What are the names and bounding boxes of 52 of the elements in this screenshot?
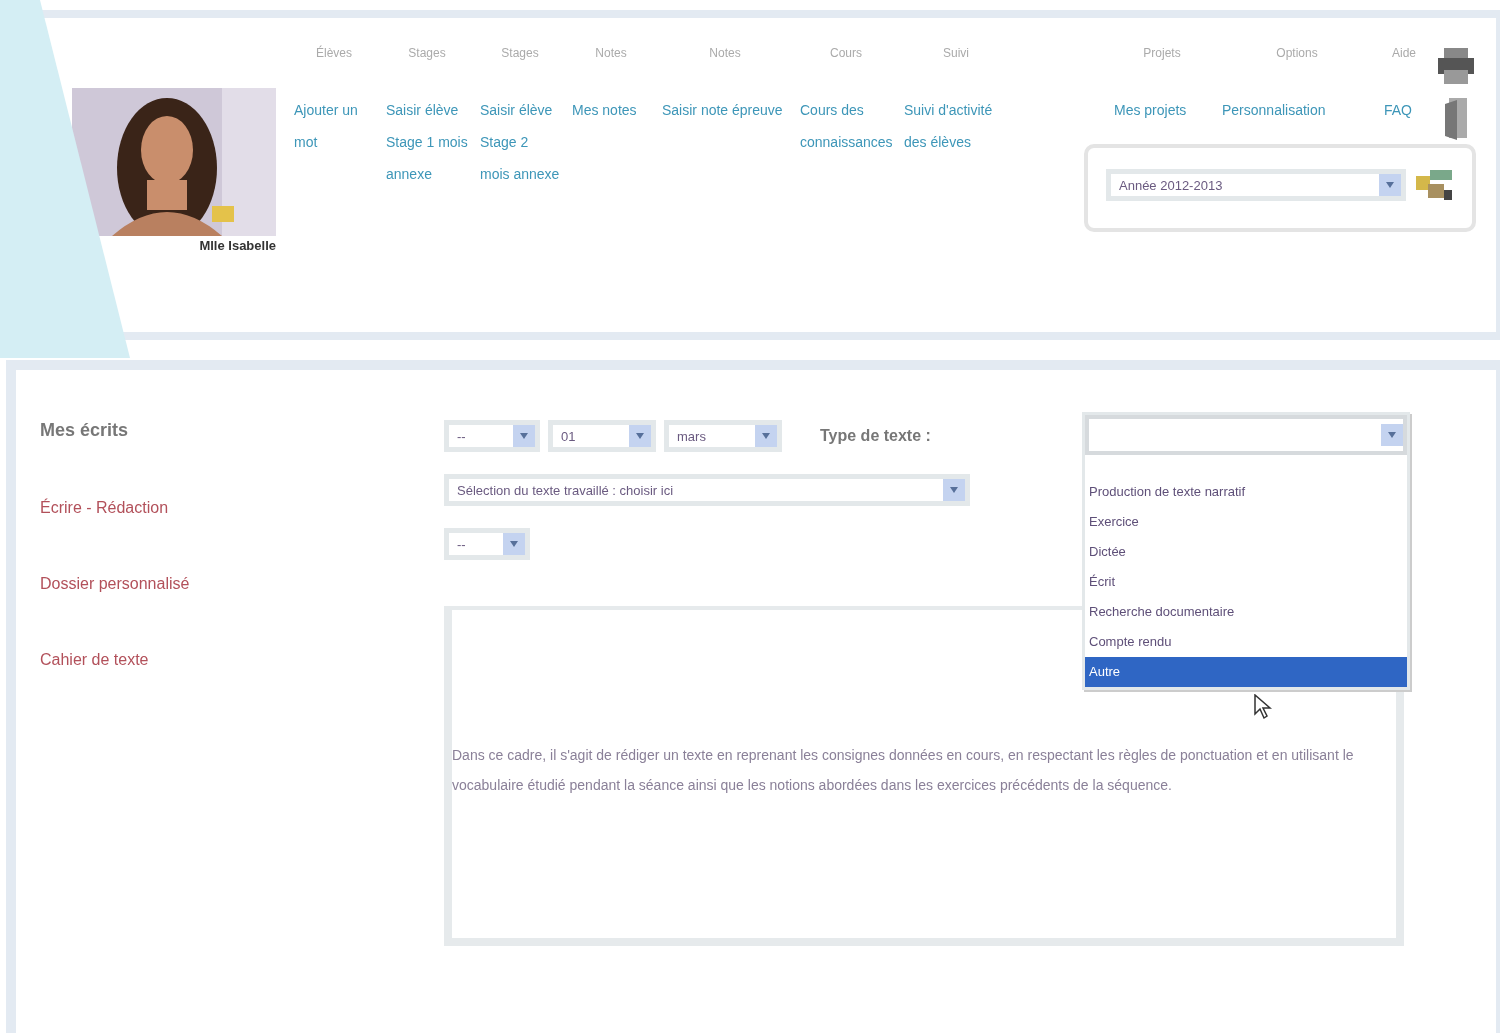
caret-icon — [1386, 182, 1394, 188]
sidebar-link[interactable]: Dossier personnalisé — [40, 575, 444, 593]
caret-icon — [636, 433, 644, 439]
year-select[interactable]: mars — [664, 420, 782, 452]
caret-icon — [510, 541, 518, 547]
menu-link[interactable]: Personnalisation — [1222, 94, 1372, 126]
text-select[interactable]: Sélection du texte travaillé : choisir ici — [444, 474, 970, 506]
menu-link[interactable]: Mes notes — [572, 94, 650, 126]
menu-link[interactable]: Cours des connaissances — [800, 94, 892, 158]
menu-link[interactable]: Ajouter un mot — [294, 94, 374, 158]
user-name: Mlle Isabelle — [199, 238, 276, 253]
dropdown-option[interactable]: Dictée — [1085, 537, 1407, 567]
menu-header: Options — [1275, 46, 1319, 60]
sidebar-link[interactable]: Écrire - Rédaction — [40, 499, 444, 517]
menu-header: Élèves — [315, 46, 353, 60]
menu-header: Notes — [594, 46, 628, 60]
sidebar-link[interactable]: Cahier de texte — [40, 651, 444, 669]
menu-header: Notes — [708, 46, 742, 60]
menu-link[interactable]: Saisir élève Stage 2 mois annexe — [480, 94, 560, 190]
menu-header: Aide — [1391, 46, 1417, 60]
dropdown-option[interactable]: Production de texte narratif — [1085, 477, 1407, 507]
body-text: Dans ce cadre, il s'agit de rédiger un texte en reprenant les consignes données en cours, en respectant les règles de ponctuation et en utilisant le vocabulaire étudié pendant la séance ainsi que les notions abordées dans les exercices précédents de la séquence. — [452, 746, 1355, 795]
printer-icon[interactable] — [1436, 46, 1476, 86]
dropdown-field[interactable] — [1085, 415, 1407, 455]
year-select[interactable]: Année 2012-2013 — [1106, 169, 1406, 201]
caret-icon — [1388, 432, 1396, 438]
tools-icon[interactable] — [1414, 168, 1454, 202]
menu-header: Projets — [1142, 46, 1182, 60]
section-title: Mes écrits — [40, 420, 130, 441]
caret-icon — [950, 487, 958, 493]
dropdown-option[interactable]: Compte rendu — [1085, 627, 1407, 657]
extra-select[interactable]: -- — [444, 528, 530, 560]
caret-icon — [762, 433, 770, 439]
day-select[interactable]: -- — [444, 420, 540, 452]
menu-header: Suivi — [942, 46, 970, 60]
dropdown-option[interactable]: Écrit — [1085, 567, 1407, 597]
menu-link[interactable]: FAQ — [1384, 94, 1424, 126]
dropdown-option[interactable]: Recherche documentaire — [1085, 597, 1407, 627]
menu-header: Stages — [500, 46, 540, 60]
type-dropdown[interactable]: Production de texte narratif Exercice Dictée Écrit Recherche documentaire Compte rendu Autre — [1082, 412, 1410, 690]
menu-link[interactable]: Suivi d'activité des élèves — [904, 94, 1008, 158]
menu-header: Cours — [829, 46, 863, 60]
menu-header: Stages — [407, 46, 447, 60]
menu-link[interactable]: Mes projets — [1114, 94, 1210, 126]
cursor-icon — [1254, 694, 1272, 720]
month-select[interactable]: 01 — [548, 420, 656, 452]
type-label: Type de texte : — [820, 427, 931, 445]
dropdown-option[interactable]: Autre — [1085, 657, 1407, 687]
menu-link[interactable]: Saisir élève Stage 1 mois annexe — [386, 94, 468, 190]
menu-link[interactable]: Saisir note épreuve — [662, 94, 788, 126]
caret-icon — [520, 433, 528, 439]
dropdown-option[interactable]: Exercice — [1085, 507, 1407, 537]
